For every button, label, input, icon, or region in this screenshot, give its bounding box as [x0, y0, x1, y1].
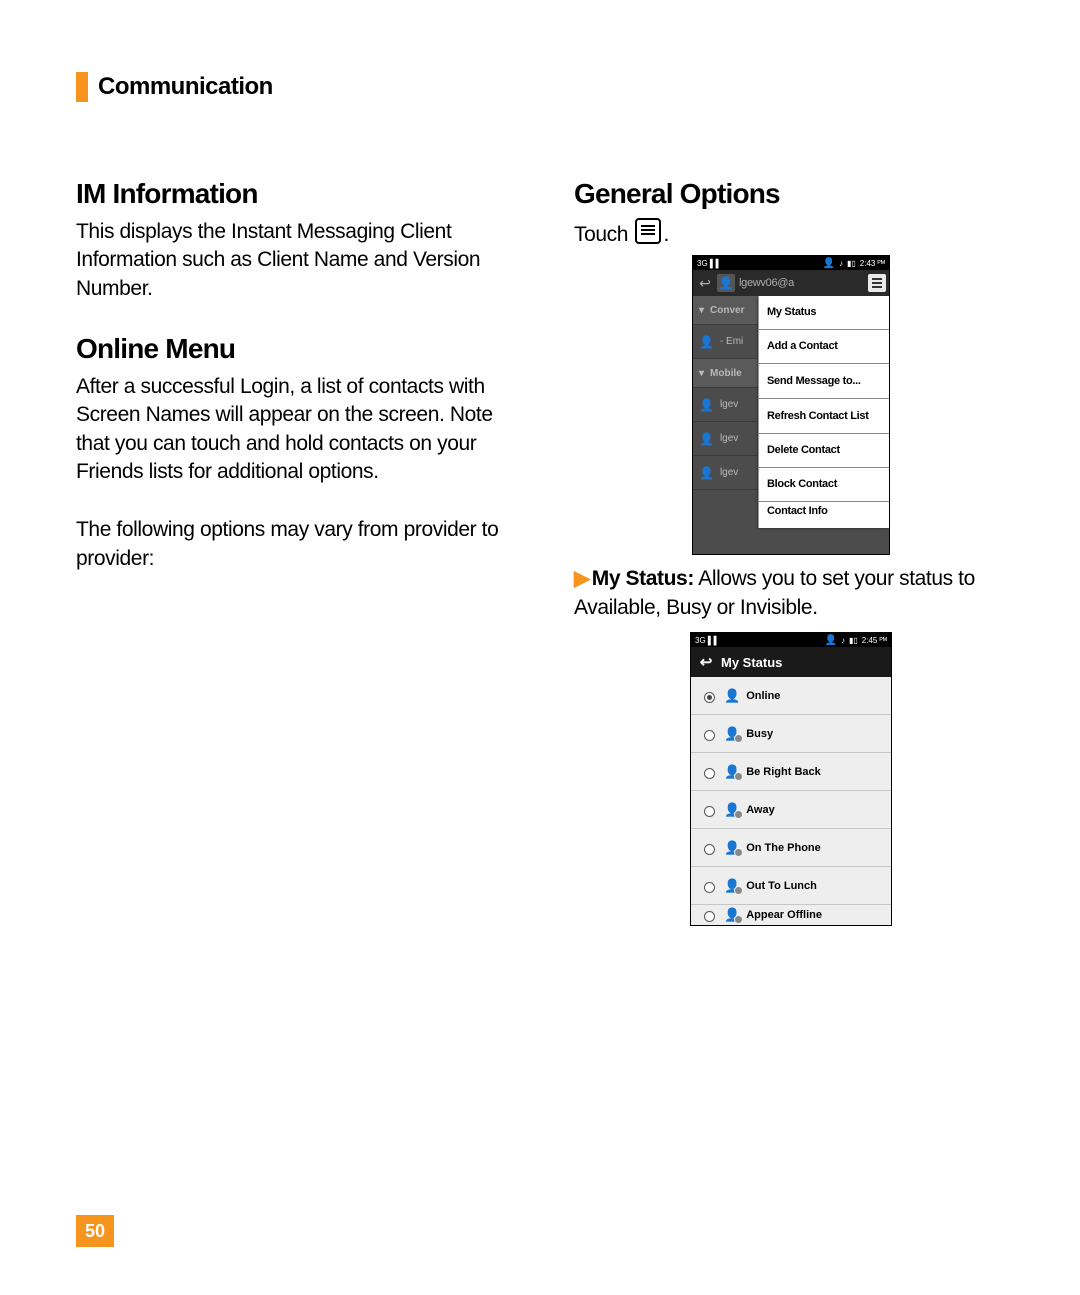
popup-item[interactable]: My Status	[759, 296, 889, 330]
music-icon: ♪	[841, 636, 845, 645]
status-radio[interactable]	[704, 768, 715, 779]
signal-indicator: 3G ▌▌	[697, 259, 721, 268]
status-option[interactable]: 👤 Away	[691, 791, 891, 829]
touch-suffix: .	[663, 223, 668, 246]
left-column: IM Information This displays the Instant…	[76, 178, 510, 934]
status-label: On The Phone	[746, 842, 821, 854]
contact-list-area: ▾ Conver 👤 - Emi ▾ Mobile 👤 lgev 👤 lgev 👤 lgev My S…	[693, 296, 889, 554]
popup-item[interactable]: Contact Info	[759, 502, 889, 528]
contact-label: - Emi	[720, 336, 743, 347]
popup-item[interactable]: Add a Contact	[759, 330, 889, 364]
status-option[interactable]: 👤 Online	[691, 677, 891, 715]
screenshot-my-status: 3G ▌▌ 👤 ♪ ▮▯ 2:45 ᴾᴹ ↩ My Status 👤 Online…	[690, 632, 892, 926]
status-radio[interactable]	[704, 911, 715, 922]
person-icon: 👤	[825, 635, 837, 646]
person-icon: 👤	[724, 878, 740, 894]
status-radio[interactable]	[704, 882, 715, 893]
right-column: General Options Touch . 3G ▌▌ 👤 ♪ ▮▯ 2:4…	[574, 178, 1008, 934]
person-icon: 👤	[724, 907, 740, 923]
popup-item[interactable]: Block Contact	[759, 468, 889, 502]
contact-label: lgev	[720, 433, 738, 444]
options-menu-button[interactable]	[868, 274, 886, 292]
menu-icon	[635, 218, 661, 244]
im-information-body: This displays the Instant Messaging Clie…	[76, 218, 510, 303]
group-label: Conver	[710, 305, 744, 316]
clock: 2:45 ᴾᴹ	[862, 636, 887, 645]
back-icon[interactable]: ↩	[693, 270, 717, 296]
person-icon: 👤	[699, 466, 714, 480]
battery-icon: ▮▯	[847, 259, 856, 268]
music-icon: ♪	[839, 259, 843, 268]
back-icon[interactable]: ↩	[691, 653, 721, 671]
contact-label: lgev	[720, 399, 738, 410]
status-option[interactable]: 👤 Busy	[691, 715, 891, 753]
popup-item[interactable]: Send Message to...	[759, 364, 889, 399]
person-icon: 👤	[724, 840, 740, 856]
signal-indicator: 3G ▌▌	[695, 636, 719, 645]
status-radio[interactable]	[704, 730, 715, 741]
status-list: 👤 Online 👤 Busy 👤 Be Right Back 👤 Away 👤 On The P…	[691, 677, 891, 925]
status-option[interactable]: 👤 Out To Lunch	[691, 867, 891, 905]
person-icon: 👤	[699, 398, 714, 412]
contact-label: lgev	[720, 467, 738, 478]
status-radio[interactable]	[704, 806, 715, 817]
im-app-header: ↩ 👤 lgewv06@a	[693, 270, 889, 296]
phone-status-bar: 3G ▌▌ 👤 ♪ ▮▯ 2:45 ᴾᴹ	[691, 633, 891, 647]
popup-item[interactable]: Delete Contact	[759, 434, 889, 468]
my-status-header: ↩ My Status	[691, 647, 891, 677]
screenshot-options-menu: 3G ▌▌ 👤 ♪ ▮▯ 2:43 ᴾᴹ ↩ 👤 lgewv06@a ▾ Conv…	[692, 255, 890, 555]
options-popup: My StatusAdd a ContactSend Message to...…	[758, 296, 889, 528]
status-label: Online	[746, 690, 780, 702]
touch-prefix: Touch	[574, 223, 633, 246]
bullet-label: My Status:	[592, 567, 694, 590]
group-label: Mobile	[710, 368, 742, 379]
person-icon: 👤	[724, 802, 740, 818]
status-option[interactable]: 👤 Appear Offline	[691, 905, 891, 925]
status-label: Be Right Back	[746, 766, 821, 778]
person-icon: 👤	[724, 764, 740, 780]
popup-item[interactable]: Refresh Contact List	[759, 399, 889, 434]
chevron-down-icon: ▾	[699, 368, 704, 379]
person-icon: 👤	[724, 688, 740, 704]
my-status-bullet: ▶My Status: Allows you to set your statu…	[574, 565, 1008, 622]
im-information-heading: IM Information	[76, 178, 510, 210]
online-menu-body-1: After a successful Login, a list of cont…	[76, 373, 510, 486]
section-title: Communication	[98, 73, 273, 101]
status-option[interactable]: 👤 On The Phone	[691, 829, 891, 867]
status-label: Busy	[746, 728, 773, 740]
touch-instruction: Touch .	[574, 218, 1008, 249]
phone-status-bar: 3G ▌▌ 👤 ♪ ▮▯ 2:43 ᴾᴹ	[693, 256, 889, 270]
section-header: Communication	[76, 72, 1008, 102]
status-radio[interactable]	[704, 692, 715, 703]
general-options-heading: General Options	[574, 178, 1008, 210]
status-radio[interactable]	[704, 844, 715, 855]
person-icon: 👤	[699, 432, 714, 446]
clock: 2:43 ᴾᴹ	[860, 259, 885, 268]
status-label: Out To Lunch	[746, 880, 817, 892]
chevron-down-icon: ▾	[699, 305, 704, 316]
battery-icon: ▮▯	[849, 636, 858, 645]
online-menu-heading: Online Menu	[76, 333, 510, 365]
online-menu-body-2: The following options may vary from prov…	[76, 516, 510, 573]
person-icon: 👤	[699, 335, 714, 349]
avatar-icon: 👤	[717, 274, 735, 292]
status-label: Away	[746, 804, 775, 816]
header-bar-icon	[76, 72, 88, 102]
bullet-arrow-icon: ▶	[574, 567, 590, 590]
status-label: Appear Offline	[746, 909, 822, 921]
person-icon: 👤	[724, 726, 740, 742]
person-icon: 👤	[823, 258, 835, 269]
status-option[interactable]: 👤 Be Right Back	[691, 753, 891, 791]
username-label: lgewv06@a	[739, 277, 868, 289]
page-number: 50	[76, 1215, 114, 1247]
my-status-title: My Status	[721, 655, 782, 670]
